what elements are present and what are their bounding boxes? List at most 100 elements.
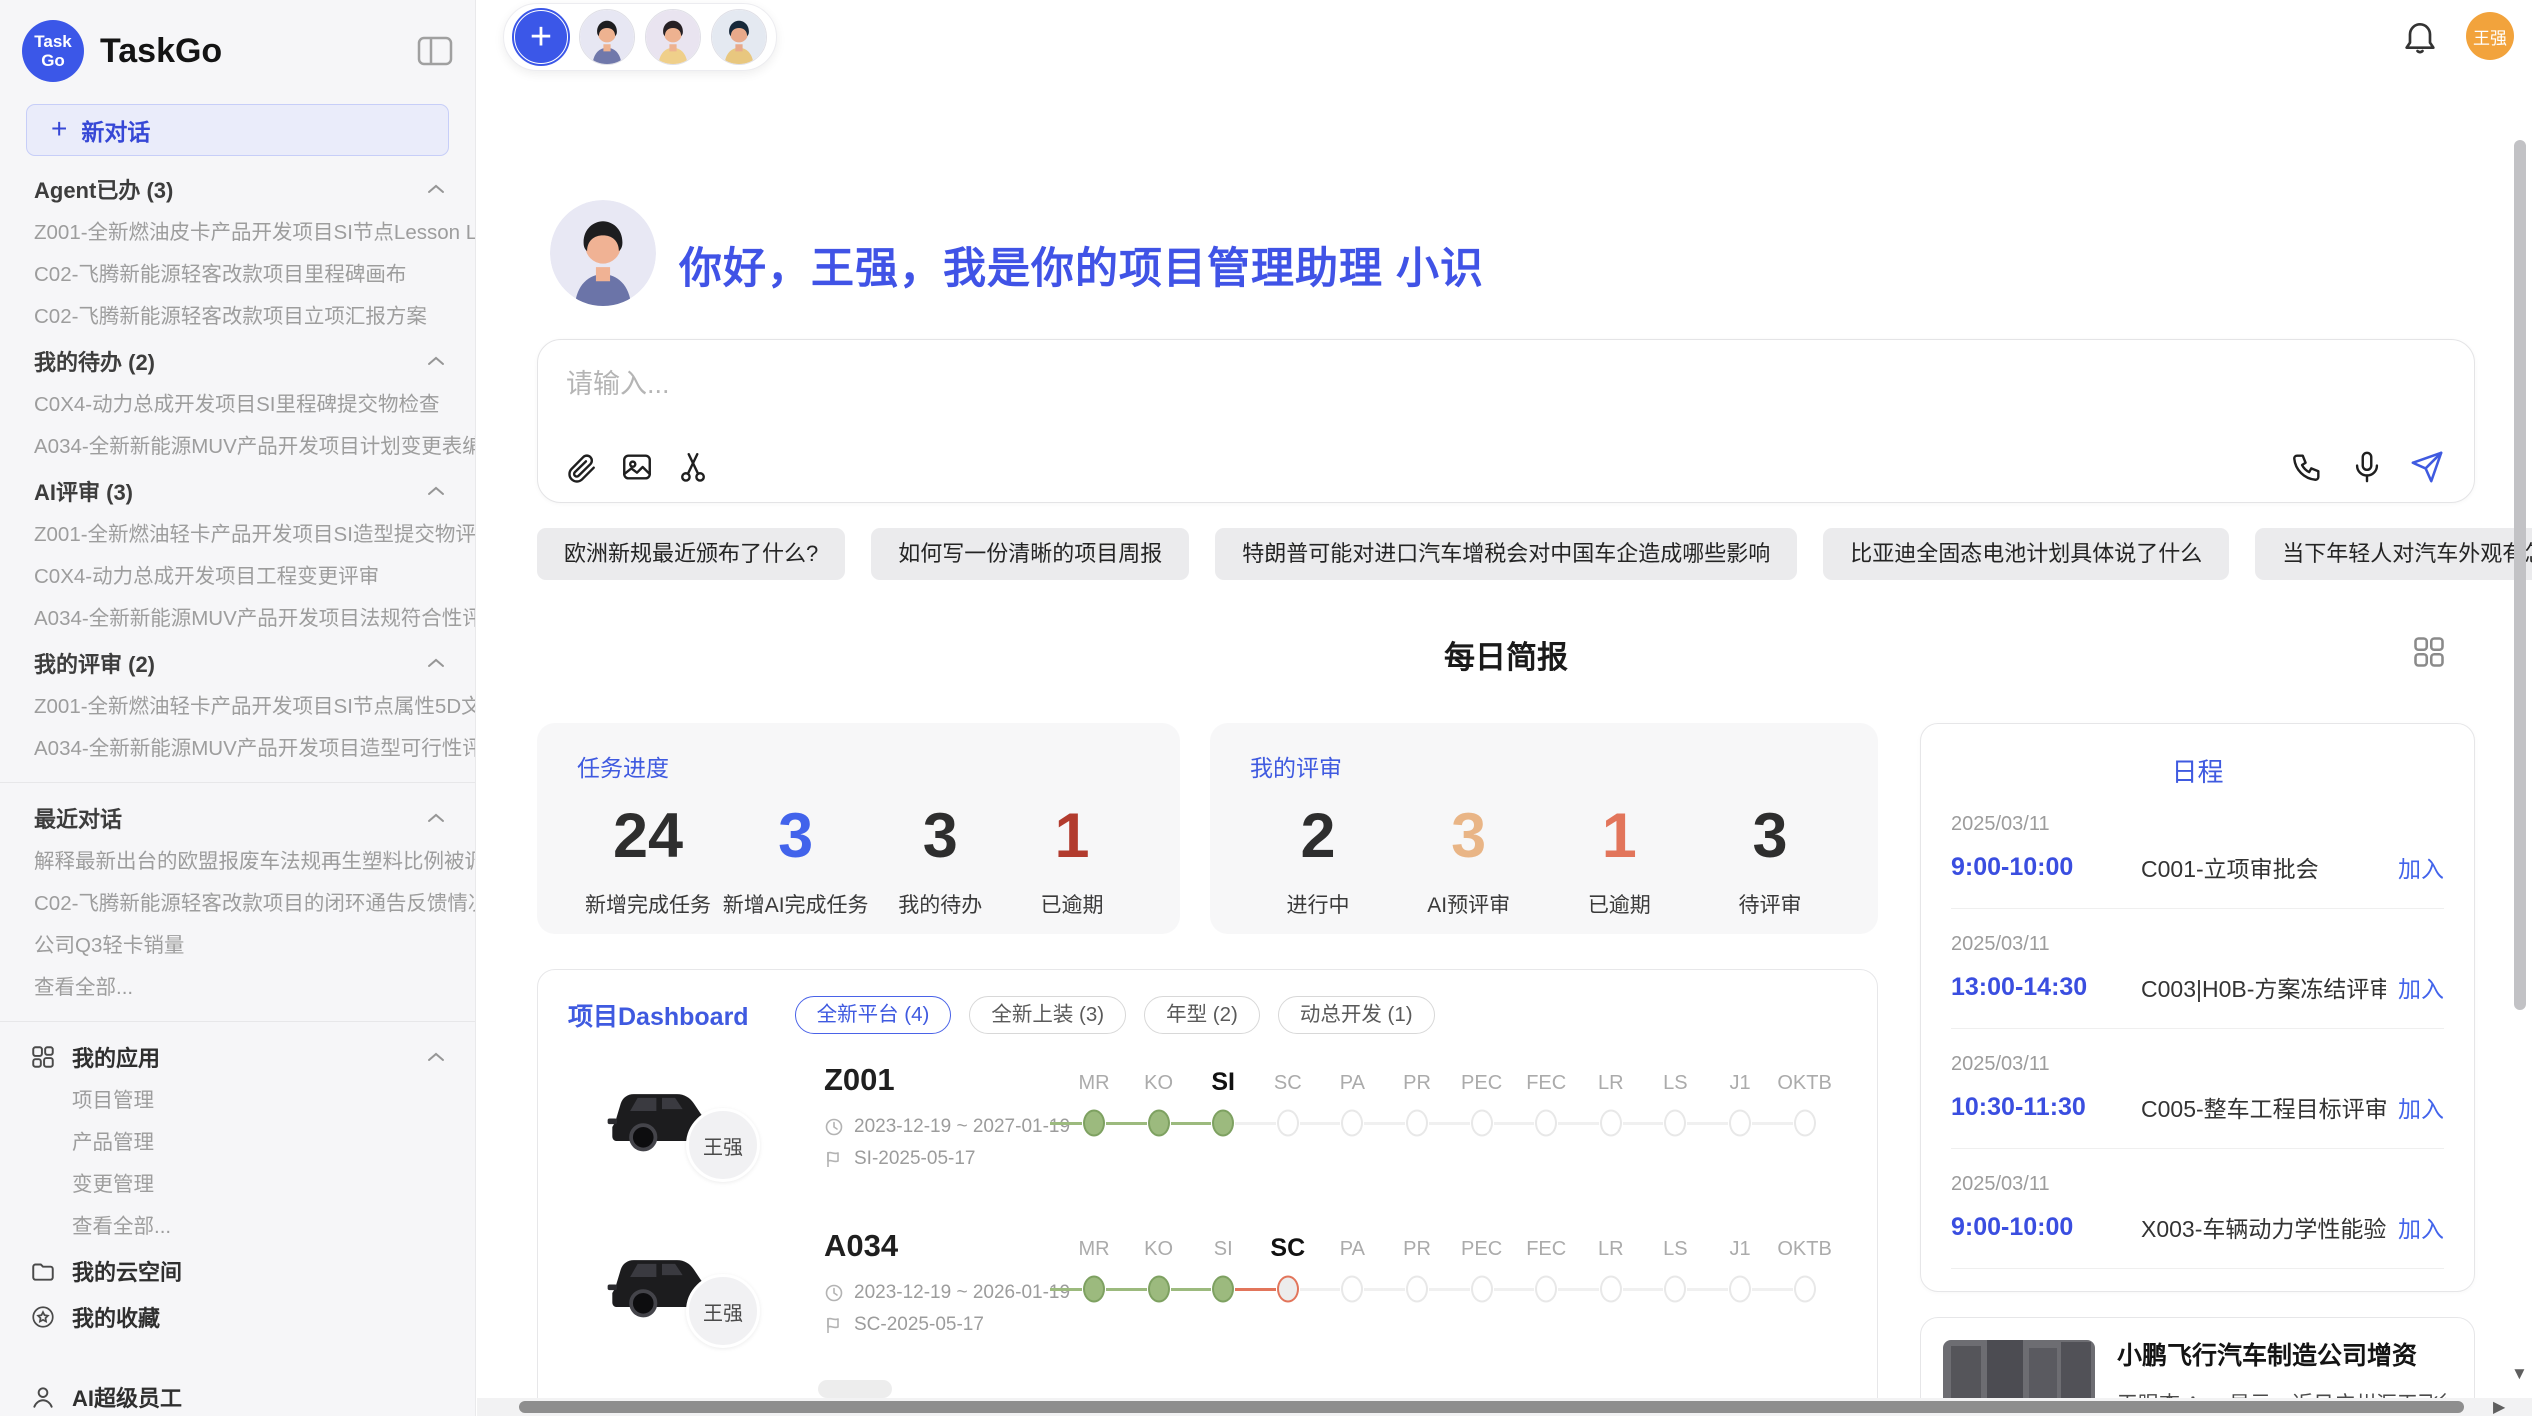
vertical-scrollbar-thumb[interactable] (2514, 140, 2526, 1010)
dashboard-tab[interactable]: 动总开发 (1) (1278, 996, 1435, 1034)
chat-input[interactable] (566, 362, 2266, 422)
recent-chat-item[interactable]: 解释最新出台的欧盟报废车法规再生塑料比例被调至15%... (0, 841, 475, 883)
user-avatar[interactable]: 王强 (2466, 12, 2514, 60)
add-agent-button[interactable]: + (513, 9, 569, 65)
agent-avatar-2[interactable] (645, 9, 701, 65)
sidebar-tool-item[interactable]: AI超级员工 (0, 1374, 475, 1416)
schedule-entry: 2025/03/119:00-10:00X003-车辆动力学性能验...加入 (1951, 1149, 2444, 1269)
timeline-segment (1171, 1122, 1212, 1125)
sidebar-section-header[interactable]: Agent已办 (3) (0, 166, 475, 212)
recent-chat-item[interactable]: C02-飞腾新能源轻客改款项目的闭环通告反馈情况 (0, 883, 475, 925)
agent-avatar-1[interactable] (579, 9, 635, 65)
project-row[interactable]: 王强A0342023-12-19 ~ 2026-01-19SC-2025-05-… (538, 1222, 1877, 1374)
horizontal-scrollbar-thumb[interactable] (519, 1401, 2464, 1413)
join-meeting-link[interactable]: 加入 (2398, 1210, 2444, 1244)
chevron-up-icon (427, 183, 445, 195)
project-row[interactable]: 王强Z0012023-12-19 ~ 2027-01-19SI-2025-05-… (538, 1056, 1877, 1208)
sidebar-item[interactable]: A034-全新新能源MUV产品开发项目法规符合性评审 (0, 598, 475, 640)
sidebar-section-header-recent[interactable]: 最近对话 (0, 795, 475, 841)
milestone-dot (1083, 1110, 1105, 1137)
stat-item: 3AI预评审 (1409, 801, 1529, 919)
microphone-icon[interactable] (2350, 450, 2384, 484)
new-chat-button[interactable]: + 新对话 (26, 104, 449, 156)
send-icon[interactable] (2410, 450, 2444, 484)
sidebar-item[interactable]: C0X4-动力总成开发项目SI里程碑提交物检查 (0, 384, 475, 426)
milestone-label: PEC (1461, 1238, 1502, 1261)
app-subitem[interactable]: 产品管理 (0, 1122, 475, 1164)
notification-bell-icon[interactable] (2400, 16, 2440, 56)
schedule-entry: 2025/03/1113:00-14:30C003|H0B-方案冻结评审加入 (1951, 909, 2444, 1029)
sidebar-item[interactable]: C0X4-动力总成开发项目工程变更评审 (0, 556, 475, 598)
sidebar-item[interactable]: A034-全新新能源MUV产品开发项目计划变更表编写 (0, 426, 475, 468)
voice-call-icon[interactable] (2290, 450, 2324, 484)
suggestion-chip[interactable]: 特朗普可能对进口汽车增税会对中国车企造成哪些影响 (1215, 528, 1797, 580)
sidebar-item[interactable]: A034-全新新能源MUV产品开发项目造型可行性评审 (0, 728, 475, 770)
sidebar-item-cloud[interactable]: 我的云空间 (0, 1248, 475, 1294)
main-area: + 王强 你好，王强，我是你的项目管理助理 小识 (477, 0, 2532, 1416)
schedule-time: 9:00-10:00 (1951, 1213, 2141, 1242)
sidebar-item-my-apps[interactable]: 我的应用 (0, 1034, 475, 1080)
milestone-dot (1212, 1276, 1234, 1303)
new-chat-label: 新对话 (81, 113, 150, 147)
sidebar-item[interactable]: Z001-全新燃油皮卡产品开发项目SI节点Lesson Learn报告 (0, 212, 475, 254)
dashboard-tab[interactable]: 全新上装 (3) (969, 996, 1126, 1034)
milestone-dot (1794, 1276, 1816, 1303)
sidebar-item[interactable]: Z001-全新燃油轻卡产品开发项目SI节点属性5D文件评审 (0, 686, 475, 728)
app-subitem[interactable]: 变更管理 (0, 1164, 475, 1206)
milestone-label: PA (1340, 1072, 1365, 1095)
timeline-segment (1558, 1288, 1599, 1291)
attach-file-icon[interactable] (564, 450, 598, 484)
project-dates-row: 2023-12-19 ~ 2026-01-19 (824, 1282, 1070, 1304)
sidebar-section-header[interactable]: AI评审 (3) (0, 468, 475, 514)
sidebar-item[interactable]: C02-飞腾新能源轻客改款项目里程碑画布 (0, 254, 475, 296)
screenshot-scissors-icon[interactable] (676, 450, 710, 484)
sidebar-item-badge[interactable]: 我的收藏 (0, 1294, 475, 1340)
timeline-segment (1235, 1122, 1276, 1125)
join-meeting-link[interactable]: 加入 (2398, 850, 2444, 884)
sidebar-item[interactable]: Z001-全新燃油轻卡产品开发项目SI造型提交物评审 (0, 514, 475, 556)
stat-label: 进行中 (1258, 889, 1378, 919)
recent-chat-item[interactable]: 查看全部... (0, 967, 475, 1009)
join-meeting-link[interactable]: 加入 (2398, 970, 2444, 1004)
timeline-segment (1687, 1122, 1728, 1125)
dashboard-tab[interactable]: 年型 (2) (1144, 996, 1260, 1034)
suggestion-chip[interactable]: 比亚迪全固态电池计划具体说了什么 (1823, 528, 2229, 580)
project-flag-milestone: SI-2025-05-17 (854, 1148, 975, 1170)
sidebar-collapse-icon[interactable] (417, 35, 453, 67)
app-subitem[interactable]: 查看全部... (0, 1206, 475, 1248)
sidebar-section-header[interactable]: 我的评审 (2) (0, 640, 475, 686)
agent-avatar-3[interactable] (711, 9, 767, 65)
sidebar-section-header[interactable]: 我的待办 (2) (0, 338, 475, 384)
sidebar-item-label: 我的云空间 (72, 1255, 182, 1287)
dashboard-tab[interactable]: 全新平台 (4) (795, 996, 952, 1034)
sidebar-item[interactable]: C02-飞腾新能源轻客改款项目立项汇报方案 (0, 296, 475, 338)
app-logo: Task Go (22, 20, 84, 82)
suggestion-chip[interactable]: 当下年轻人对汽车外观有怎样的喜好趋势 (2255, 528, 2532, 580)
join-meeting-link[interactable]: 加入 (2398, 1090, 2444, 1124)
layout-grid-icon[interactable] (2411, 634, 2447, 670)
suggestion-chip[interactable]: 欧洲新规最近颁布了什么? (537, 528, 845, 580)
app-logo-line2: Go (41, 51, 65, 70)
scroll-down-arrow-icon[interactable]: ▼ (2511, 1364, 2528, 1384)
horizontal-scrollbar-track[interactable]: ▶ (477, 1398, 2532, 1416)
stat-label: AI预评审 (1409, 889, 1529, 919)
timeline-segment (1429, 1122, 1470, 1125)
suggestion-chip[interactable]: 如何写一份清晰的项目周报 (871, 528, 1189, 580)
milestone-dot (1471, 1110, 1493, 1137)
milestone-timeline: MRKOSISCPAPRPECFECLRLSJ1OKTB (1058, 1222, 1858, 1372)
scroll-right-arrow-icon[interactable]: ▶ (2493, 1397, 2505, 1416)
project-rows: 王强Z0012023-12-19 ~ 2027-01-19SI-2025-05-… (538, 1056, 1877, 1374)
schedule-date: 2025/03/11 (1951, 933, 2444, 956)
milestone-label: FEC (1526, 1238, 1566, 1261)
news-title: 小鹏飞行汽车制造公司增资 (2117, 1340, 2447, 1374)
schedule-entry: 2025/03/119:00-10:00C001-立项审批会加入 (1951, 789, 2444, 909)
stat-item: 1已逾期 (1559, 801, 1679, 919)
timeline-segment (1687, 1288, 1728, 1291)
milestone-dot (1664, 1110, 1686, 1137)
schedule-card: 日程 2025/03/119:00-10:00C001-立项审批会加入2025/… (1920, 723, 2475, 1292)
recent-chat-item[interactable]: 公司Q3轻卡销量 (0, 925, 475, 967)
sidebar-section-title: 我的评审 (2) (34, 647, 155, 679)
attach-image-icon[interactable] (620, 450, 654, 484)
app-subitem[interactable]: 项目管理 (0, 1080, 475, 1122)
milestone-dot (1600, 1110, 1622, 1137)
